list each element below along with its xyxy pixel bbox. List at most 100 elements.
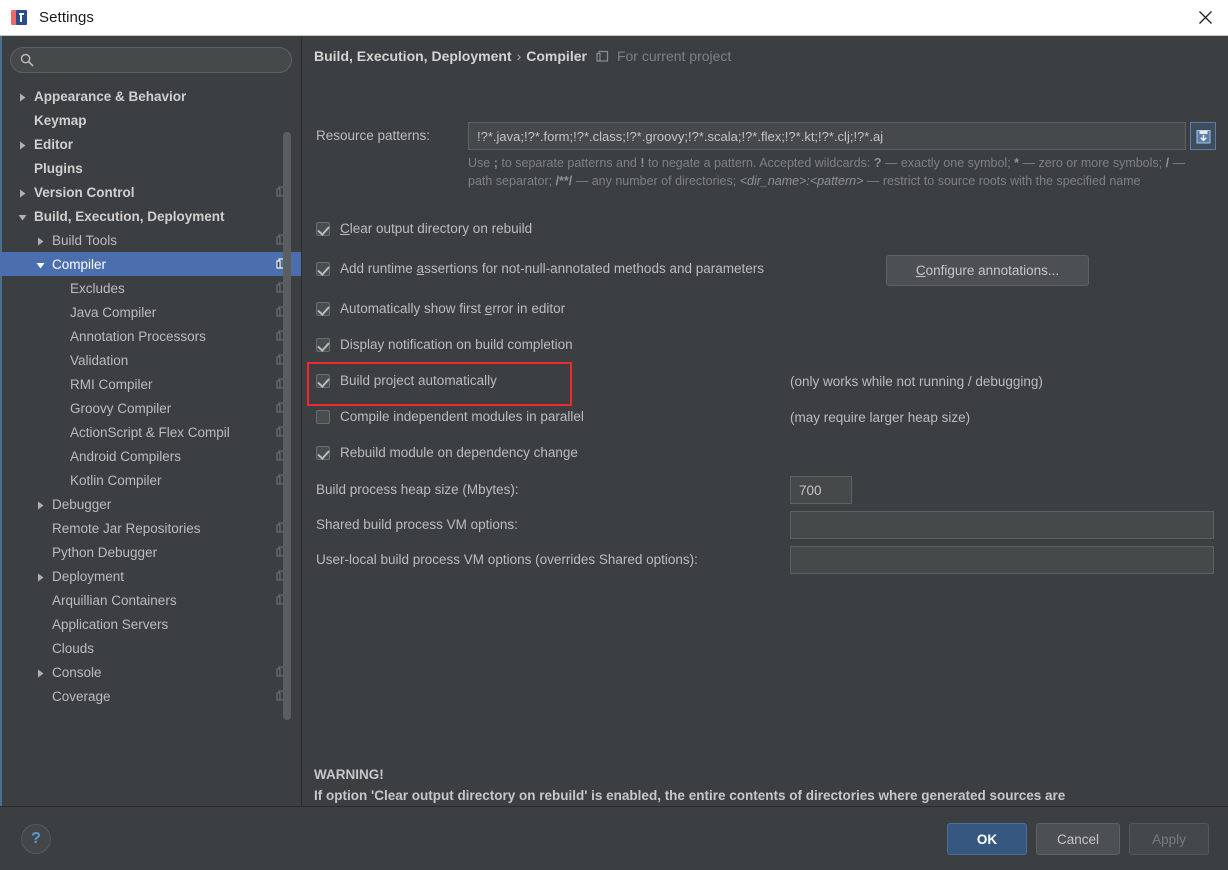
checkbox-display-notification[interactable]: Display notification on build completion [316,337,573,352]
sidebar-item-excludes[interactable]: Excludes [0,276,301,300]
close-icon[interactable] [1182,0,1228,35]
configure-annotations-button[interactable]: Configure annotations... [886,255,1089,286]
sidebar-item-python-debugger[interactable]: Python Debugger [0,540,301,564]
checkbox-add-runtime-assertions[interactable]: Add runtime assertions for not-null-anno… [316,261,764,276]
chevron-right-icon[interactable] [35,571,46,582]
chevron-right-icon[interactable] [35,499,46,510]
cancel-button[interactable]: Cancel [1036,823,1120,855]
settings-detail-pane: Build, Execution, Deployment › Compiler … [302,36,1228,824]
sidebar-item-arquillian-containers[interactable]: Arquillian Containers [0,588,301,612]
sidebar-item-android-compilers[interactable]: Android Compilers [0,444,301,468]
checkbox-auto-show-first-error[interactable]: Automatically show first error in editor [316,301,565,316]
chevron-right-icon[interactable] [17,187,28,198]
sidebar-scrollbar-thumb[interactable] [283,132,291,720]
sidebar-item-label: Compiler [52,256,107,272]
ok-button[interactable]: OK [947,823,1027,855]
sidebar-item-deployment[interactable]: Deployment [0,564,301,588]
sidebar-item-plugins[interactable]: Plugins [0,156,301,180]
sidebar-item-label: Clouds [52,640,95,656]
sidebar-item-label: Application Servers [52,616,169,632]
checkbox-box[interactable] [316,373,330,388]
sidebar-item-label: Keymap [34,112,87,128]
shared-vm-options-field[interactable] [790,511,1214,539]
sidebar-item-label: Coverage [52,688,111,704]
sidebar-item-debugger[interactable]: Debugger [0,492,301,516]
heap-size-input[interactable] [797,481,845,499]
sidebar-item-annotation-processors[interactable]: Annotation Processors [0,324,301,348]
sidebar-item-coverage[interactable]: Coverage [0,684,301,708]
help-question-icon[interactable]: ? [21,824,51,854]
sidebar-item-groovy-compiler[interactable]: Groovy Compiler [0,396,301,420]
shared-vm-options-label: Shared build process VM options: [316,517,518,532]
apply-button[interactable]: Apply [1129,823,1209,855]
sidebar-item-version-control[interactable]: Version Control [0,180,301,204]
sidebar-item-application-servers[interactable]: Application Servers [0,612,301,636]
save-import-icon[interactable] [1190,122,1216,150]
sidebar-item-console[interactable]: Console [0,660,301,684]
checkbox-label: Build project automatically [340,373,497,388]
sidebar-item-label: Remote Jar Repositories [52,520,201,536]
resource-patterns-label: Resource patterns: [316,128,431,143]
sidebar-item-label: Python Debugger [52,544,158,560]
sidebar-item-label: Android Compilers [70,448,182,464]
sidebar-item-compiler[interactable]: Compiler [0,252,301,276]
user-local-vm-options-field[interactable] [790,546,1214,574]
checkbox-box[interactable] [316,337,330,352]
sidebar-item-actionscript-flex-compil[interactable]: ActionScript & Flex Compil [0,420,301,444]
sidebar-item-build-tools[interactable]: Build Tools [0,228,301,252]
sidebar-item-label: Arquillian Containers [52,592,177,608]
sidebar-scrollbar-track[interactable] [283,84,296,806]
chevron-right-icon[interactable] [17,91,28,102]
sidebar-item-validation[interactable]: Validation [0,348,301,372]
shared-vm-options-input[interactable] [797,516,1207,534]
chevron-right-icon[interactable] [17,139,28,150]
heap-size-label: Build process heap size (Mbytes): [316,482,519,497]
breadcrumb-root[interactable]: Build, Execution, Deployment [314,48,512,64]
checkbox-clear-output-directory[interactable]: Clear output directory on rebuild [316,221,532,236]
sidebar-item-rmi-compiler[interactable]: RMI Compiler [0,372,301,396]
checkbox-rebuild-module-on-dependency-change[interactable]: Rebuild module on dependency change [316,445,578,460]
resource-patterns-input[interactable] [475,127,1179,145]
sidebar-item-clouds[interactable]: Clouds [0,636,301,660]
checkbox-box[interactable] [316,261,330,276]
window-title: Settings [39,9,94,26]
sidebar-item-appearance-behavior[interactable]: Appearance & Behavior [0,84,301,108]
checkbox-label: Automatically show first error in editor [340,301,566,316]
checkbox-build-project-automatically[interactable]: Build project automatically [316,373,497,388]
sidebar-item-label: Plugins [34,160,83,176]
checkbox-box[interactable] [316,221,330,236]
checkbox-compile-modules-parallel[interactable]: Compile independent modules in parallel [316,409,584,424]
sidebar-item-build-execution-deployment[interactable]: Build, Execution, Deployment [0,204,301,228]
chevron-down-icon[interactable] [17,211,28,222]
chevron-down-icon[interactable] [35,259,46,270]
sidebar-item-label: Build Tools [52,232,118,248]
sidebar-item-keymap[interactable]: Keymap [0,108,301,132]
checkbox-label: Rebuild module on dependency change [340,445,578,460]
user-local-vm-options-input[interactable] [797,551,1207,569]
resource-patterns-help: Use ; to separate patterns and ! to nega… [468,156,1186,188]
resource-patterns-field[interactable] [468,122,1186,150]
chevron-right-icon[interactable] [35,235,46,246]
checkbox-box[interactable] [316,301,330,316]
checkbox-box[interactable] [316,445,330,460]
sidebar-item-remote-jar-repositories[interactable]: Remote Jar Repositories [0,516,301,540]
checkbox-label: Add runtime assertions for not-null-anno… [340,261,765,276]
checkbox-box[interactable] [316,409,330,424]
breadcrumb-scope-text: For current project [616,48,732,64]
sidebar-item-label: Kotlin Compiler [70,472,162,488]
sidebar-item-java-compiler[interactable]: Java Compiler [0,300,301,324]
sidebar-item-kotlin-compiler[interactable]: Kotlin Compiler [0,468,301,492]
breadcrumb: Build, Execution, Deployment › Compiler … [314,48,731,64]
search-input[interactable] [40,52,275,68]
window-titlebar: Settings [0,0,1228,36]
search-box[interactable] [10,47,292,73]
sidebar-item-editor[interactable]: Editor [0,132,301,156]
sidebar-item-label: Editor [34,136,73,152]
user-local-vm-options-label: User-local build process VM options (ove… [316,552,698,567]
heap-size-field[interactable] [790,476,852,504]
settings-tree[interactable]: Appearance & Behavior Keymap Editor Plugins… [0,84,301,806]
chevron-right-icon[interactable] [35,667,46,678]
breadcrumb-separator: › [516,48,522,64]
hint-build-automatically: (only works while not running / debuggin… [790,374,1043,389]
configure-annotations-label: Configure annotations... [915,263,1060,278]
